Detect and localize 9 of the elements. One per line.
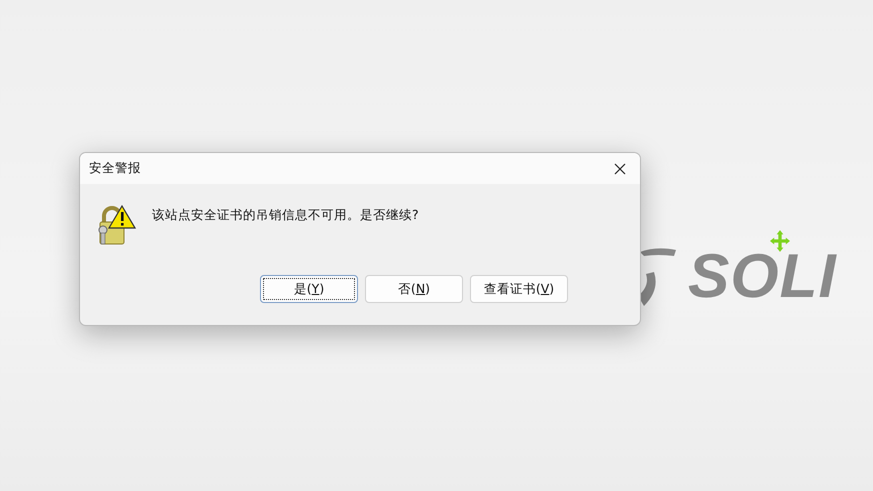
padlock-warning-icon xyxy=(98,204,136,246)
close-icon xyxy=(614,162,626,174)
window-title: 安全警报 xyxy=(89,159,141,178)
alert-message: 该站点安全证书的吊销信息不可用。是否继续? xyxy=(152,206,419,224)
dialog-button[interactable]: 否(N) xyxy=(365,275,463,303)
dialog-button[interactable]: 是(Y) xyxy=(260,275,358,303)
dialog-button[interactable]: 查看证书(V) xyxy=(470,275,568,303)
logo-text: SOLI xyxy=(688,252,837,302)
move-cross-icon xyxy=(770,230,790,252)
